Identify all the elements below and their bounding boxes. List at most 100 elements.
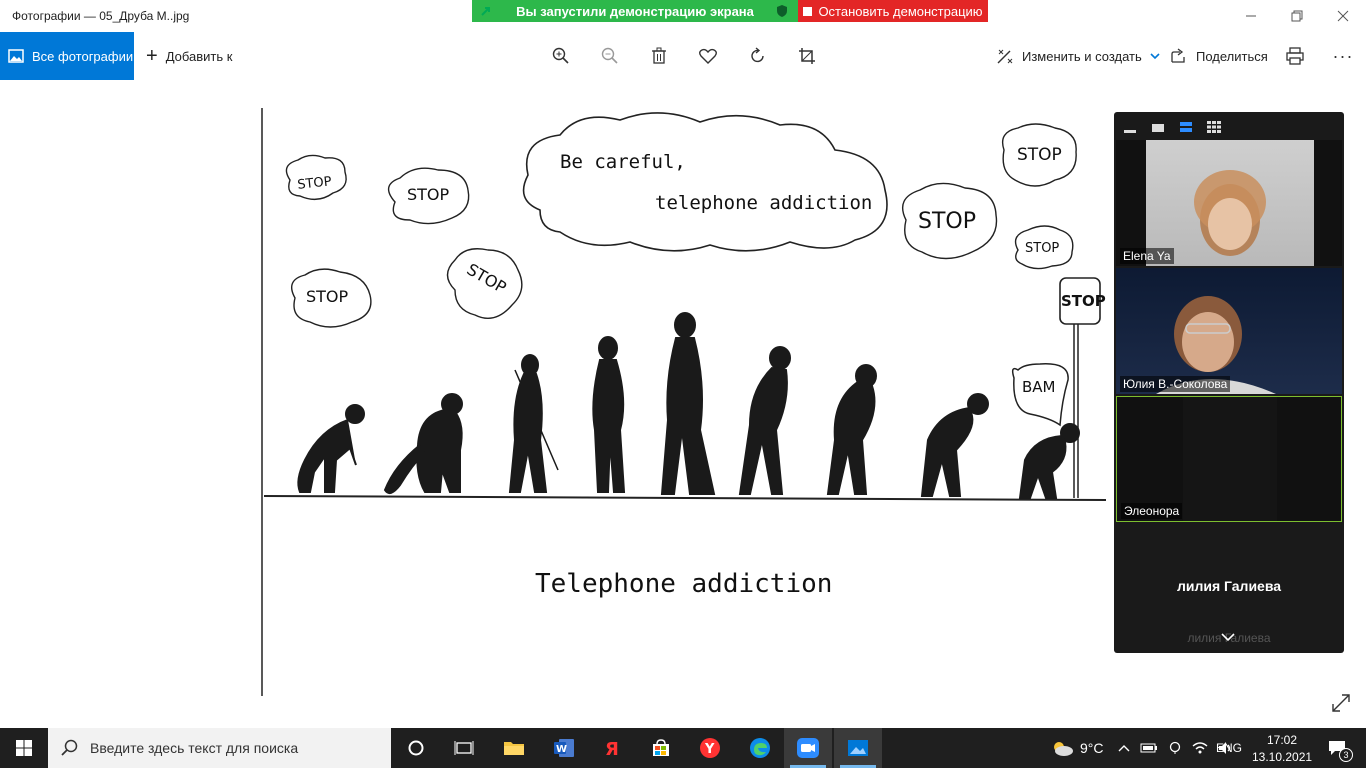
chevron-down-icon <box>1221 633 1235 642</box>
edit-create-button[interactable]: Изменить и создать <box>996 32 1160 80</box>
stop-text: STOP <box>407 185 450 204</box>
cloud-text-line1: Be careful, <box>560 151 686 173</box>
yandex-browser-button[interactable]: Y <box>686 728 734 768</box>
plus-icon: + <box>146 45 158 67</box>
clock-date: 13.10.2021 <box>1252 750 1313 764</box>
yandex-button[interactable]: Я <box>588 728 636 768</box>
speaker-view-icon <box>1152 124 1164 132</box>
speech-bubble: BAM <box>1011 363 1069 427</box>
zoom-video-panel[interactable]: Elena Ya Юлия В.-Соколова Элеонора лилия… <box>1114 112 1344 653</box>
gallery-view-button[interactable] <box>1206 120 1224 134</box>
crop-button[interactable] <box>787 32 827 80</box>
notification-count: 3 <box>1339 748 1353 762</box>
share-arrow-icon <box>481 7 490 16</box>
fullscreen-button[interactable] <box>1330 692 1354 716</box>
stop-square-icon <box>803 6 813 16</box>
zoom-out-button[interactable] <box>590 32 630 80</box>
bam-text: BAM <box>1022 378 1056 396</box>
share-icon <box>1171 48 1185 63</box>
expand-icon <box>1332 694 1350 712</box>
rotate-button[interactable] <box>738 32 778 80</box>
favorite-button[interactable] <box>688 32 728 80</box>
zoom-in-button[interactable] <box>541 32 581 80</box>
weather-widget[interactable]: 9°C <box>1050 728 1104 768</box>
task-view-icon <box>454 741 474 755</box>
stop-cloud: STOP <box>291 268 372 328</box>
word-button[interactable]: W <box>540 728 588 768</box>
language-indicator[interactable]: ENG <box>1216 728 1242 768</box>
rotate-icon <box>751 47 764 63</box>
all-photos-button[interactable]: Все фотографии <box>0 32 134 80</box>
word-icon: W <box>554 739 574 757</box>
stop-share-button[interactable]: Остановить демонстрацию <box>798 0 988 22</box>
delete-button[interactable] <box>639 32 679 80</box>
stop-share-label: Остановить демонстрацию <box>818 3 983 19</box>
windows-icon <box>16 740 32 756</box>
gallery-view-icon <box>1207 121 1221 133</box>
svg-text:Я: Я <box>605 739 619 758</box>
search-icon <box>61 739 78 756</box>
photo-icon <box>8 49 24 63</box>
stop-cloud: STOP <box>446 248 523 319</box>
participant-video-tile[interactable]: Юлия В.-Соколова <box>1116 268 1342 394</box>
stop-cloud: STOP <box>285 154 347 201</box>
edge-button[interactable] <box>736 728 784 768</box>
window-title: Фотографии — 05_Друба М..jpg <box>12 9 190 23</box>
store-icon <box>653 739 669 756</box>
stop-cloud: STOP <box>1001 123 1077 187</box>
close-icon <box>1337 10 1349 22</box>
expand-panel-button[interactable] <box>1220 630 1238 644</box>
all-photos-label: Все фотографии <box>32 48 134 64</box>
screen-share-status: Вы запустили демонстрацию экрана <box>472 0 798 22</box>
close-button[interactable] <box>1320 0 1366 32</box>
participant-video-tile-active[interactable]: Элеонора <box>1116 396 1342 522</box>
minimize-view-button[interactable] <box>1122 120 1140 134</box>
webcam-icon <box>1169 741 1181 754</box>
active-speaker-name: лилия Галиева <box>1176 578 1282 594</box>
task-view-button[interactable] <box>440 728 488 768</box>
start-button[interactable] <box>0 728 48 768</box>
zoom-app-button[interactable] <box>784 728 832 768</box>
print-button[interactable] <box>1275 32 1315 80</box>
chevron-down-icon <box>1150 53 1160 60</box>
screen-share-label: Вы запустили демонстрацию экрана <box>516 3 754 19</box>
stop-text: STOP <box>1017 145 1062 165</box>
cortana-icon <box>408 740 424 756</box>
stop-text: STOP <box>464 260 510 298</box>
file-explorer-button[interactable] <box>490 728 538 768</box>
strip-view-button[interactable] <box>1178 120 1196 134</box>
stop-cloud: STOP <box>387 167 470 225</box>
participant-video-tile[interactable]: Elena Ya <box>1116 140 1342 266</box>
minimize-button[interactable] <box>1228 0 1274 32</box>
participant-name: Elena Ya <box>1120 248 1174 264</box>
taskbar-search[interactable]: Введите здесь текст для поиска <box>48 728 391 768</box>
notifications-button[interactable]: 3 <box>1322 728 1353 768</box>
clock[interactable]: 17:02 13.10.2021 <box>1252 730 1312 768</box>
svg-text:W: W <box>556 744 567 755</box>
photos-app-icon <box>848 740 868 756</box>
weather-temp: 9°C <box>1080 740 1104 756</box>
language-label: ENG <box>1216 741 1243 755</box>
shield-icon <box>777 5 787 17</box>
thought-cloud <box>522 112 888 252</box>
speaker-view-button[interactable] <box>1150 120 1168 134</box>
maximize-button[interactable] <box>1274 0 1320 32</box>
store-button[interactable] <box>637 728 685 768</box>
stop-cloud: STOP <box>1014 225 1074 270</box>
cortana-button[interactable] <box>392 728 440 768</box>
zoom-camera-icon <box>797 738 819 758</box>
edit-create-label: Изменить и создать <box>1022 48 1142 64</box>
battery-icon <box>1140 743 1157 753</box>
clock-time: 17:02 <box>1266 733 1298 747</box>
share-label: Поделиться <box>1196 48 1268 64</box>
add-to-label: Добавить к <box>165 48 233 64</box>
more-options-button[interactable]: ··· <box>1323 32 1363 80</box>
edge-icon <box>750 738 770 758</box>
folder-icon <box>504 742 524 755</box>
evolution-figures <box>297 312 1080 499</box>
photos-app-button[interactable] <box>834 728 882 768</box>
video-feed <box>1183 397 1277 521</box>
add-to-button[interactable]: + Добавить к <box>146 32 232 80</box>
participant-name: Элеонора <box>1121 503 1183 519</box>
share-button[interactable]: Поделиться <box>1170 32 1268 80</box>
